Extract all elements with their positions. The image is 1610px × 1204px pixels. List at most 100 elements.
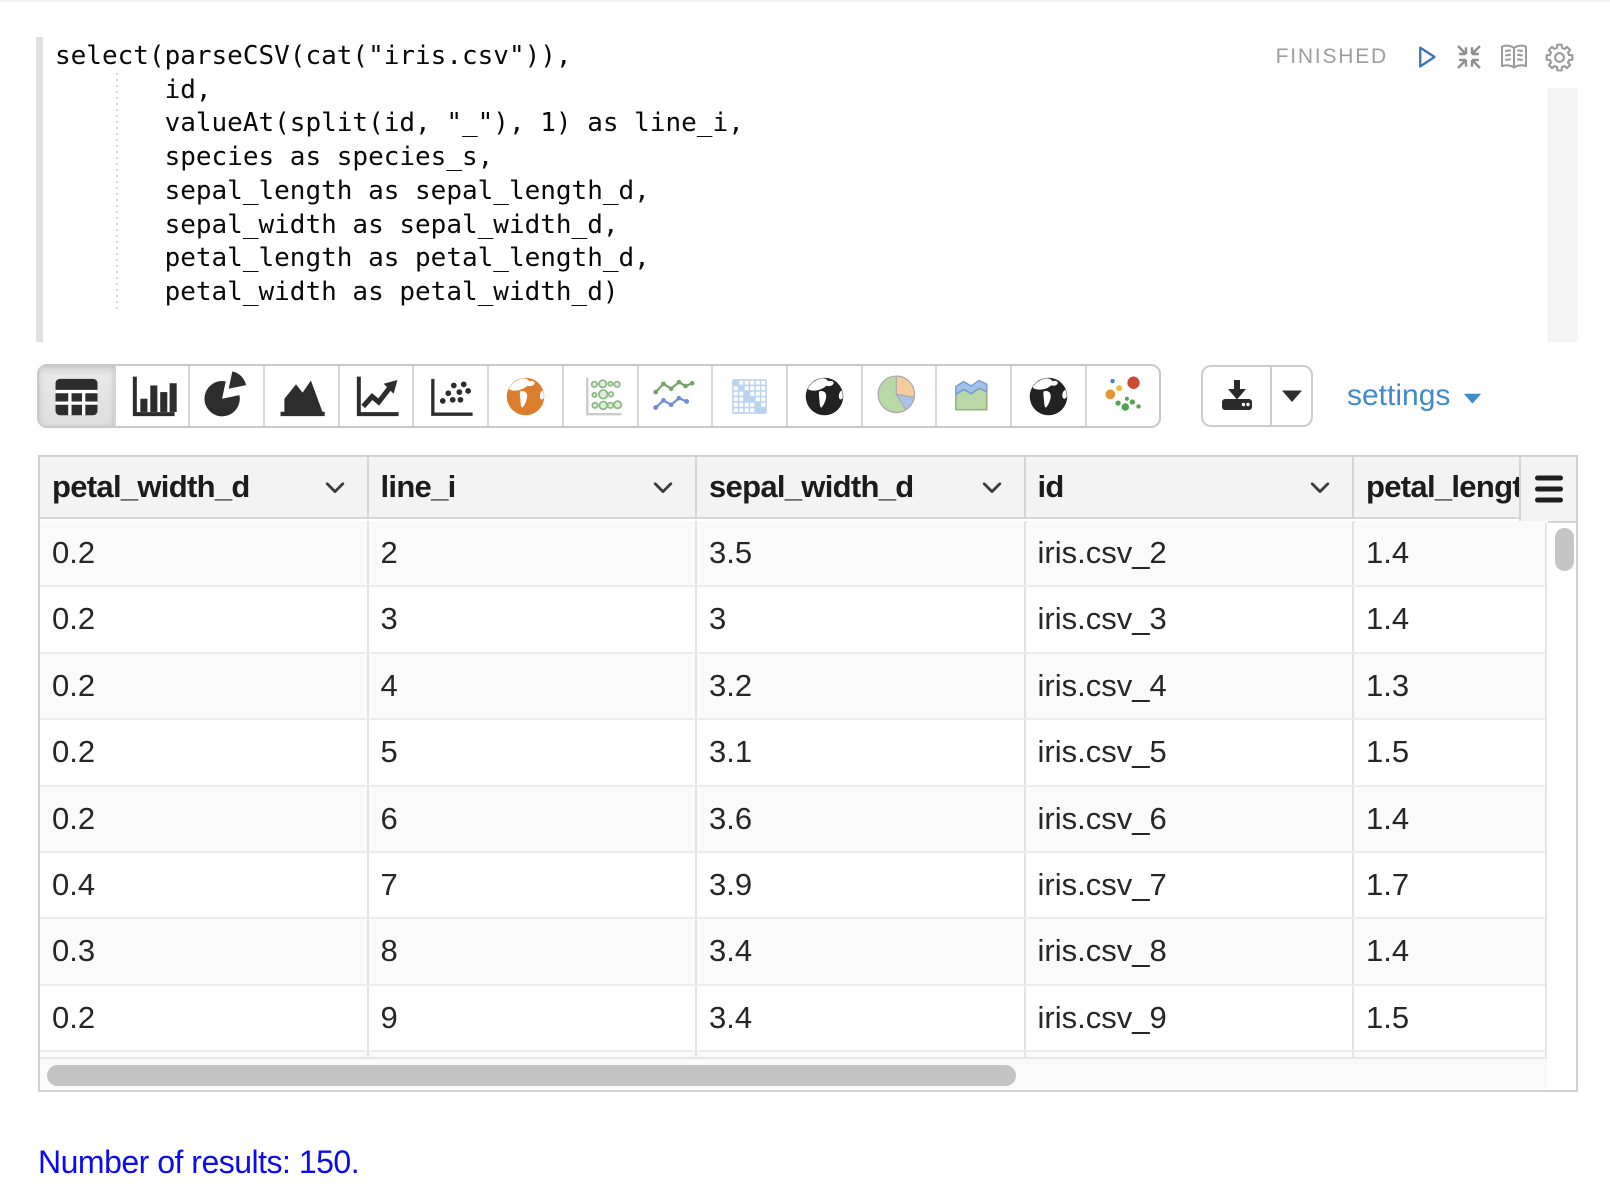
globe-dark2-icon bbox=[1022, 370, 1075, 423]
vertical-scrollbar[interactable] bbox=[1545, 523, 1576, 1060]
table-header-row: petal_width_dline_isepal_width_didpetal_… bbox=[40, 457, 1576, 519]
chevron-down-icon[interactable] bbox=[982, 482, 1002, 494]
table-row: 0.233iris.csv_31.4 bbox=[40, 587, 1548, 653]
table-cell: 3.2 bbox=[697, 654, 1026, 718]
table-row: 0.473.9iris.csv_71.7 bbox=[40, 853, 1548, 919]
download-button-group bbox=[1201, 365, 1313, 427]
column-header-id[interactable]: id bbox=[1026, 457, 1355, 517]
chart-button-multi-line-chart[interactable] bbox=[637, 366, 712, 426]
pie-icon bbox=[200, 370, 253, 423]
lines-colored-icon bbox=[648, 370, 701, 423]
book-icon[interactable] bbox=[1499, 43, 1529, 71]
horizontal-scrollbar[interactable] bbox=[40, 1057, 1576, 1090]
chart-button-bubble-matrix[interactable] bbox=[562, 366, 637, 426]
chevron-down-icon[interactable] bbox=[325, 482, 345, 494]
vertical-scrollbar-thumb[interactable] bbox=[1555, 528, 1574, 571]
table-cell: iris.csv_7 bbox=[1026, 853, 1355, 917]
table-cell: 0.4 bbox=[40, 853, 369, 917]
table-cell: iris.csv_9 bbox=[1026, 986, 1355, 1050]
chart-button-bubble-scatter[interactable] bbox=[1085, 366, 1160, 426]
chart-button-map-dark-globe[interactable] bbox=[786, 366, 861, 426]
code-line: select(parseCSV(cat("iris.csv")), bbox=[55, 40, 744, 74]
table-row: 0.383.4iris.csv_81.4 bbox=[40, 919, 1548, 985]
paragraph-controls: FINISHED bbox=[1276, 41, 1574, 73]
code-line: petal_length as petal_length_d, bbox=[55, 242, 744, 276]
table-body: 0.223.5iris.csv_21.40.233iris.csv_31.40.… bbox=[40, 521, 1548, 1060]
editor-gutter-bar bbox=[36, 37, 43, 342]
chart-button-pie-chart-pastel[interactable] bbox=[861, 366, 936, 426]
code-text[interactable]: select(parseCSV(cat("iris.csv")), id, va… bbox=[55, 40, 744, 310]
chart-button-scatter-chart[interactable] bbox=[412, 366, 487, 426]
table-cell: 7 bbox=[369, 853, 698, 917]
chart-button-table[interactable] bbox=[39, 366, 114, 426]
chevron-down-icon[interactable] bbox=[653, 482, 673, 494]
chart-button-area-chart[interactable] bbox=[263, 366, 338, 426]
column-header-sepal_width_d[interactable]: sepal_width_d bbox=[697, 457, 1026, 517]
table-cell: 0.2 bbox=[40, 787, 369, 851]
table-cell: 5 bbox=[369, 720, 698, 784]
area-icon bbox=[275, 370, 328, 423]
chart-button-line-chart[interactable] bbox=[338, 366, 413, 426]
code-line: petal_width as petal_width_d) bbox=[55, 276, 744, 310]
table-cell: 3 bbox=[369, 587, 698, 651]
table-cell: 1.7 bbox=[1354, 853, 1548, 917]
table-cell: 6 bbox=[369, 787, 698, 851]
table-cell: 0.2 bbox=[40, 521, 369, 585]
caret-down-icon bbox=[1463, 392, 1482, 405]
code-line: species as species_s, bbox=[55, 141, 744, 175]
table-cell: 2 bbox=[369, 521, 698, 585]
table-cell: 3 bbox=[697, 587, 1026, 651]
chart-button-map-orange-globe[interactable] bbox=[487, 366, 562, 426]
dots-colored-icon bbox=[1096, 370, 1149, 423]
table-cell: 1.4 bbox=[1354, 787, 1548, 851]
table-row: 0.293.4iris.csv_91.5 bbox=[40, 986, 1548, 1052]
gear-icon[interactable] bbox=[1545, 43, 1574, 72]
table-icon bbox=[50, 370, 103, 423]
table-cell: iris.csv_3 bbox=[1026, 587, 1355, 651]
chevron-down-icon[interactable] bbox=[1310, 482, 1330, 494]
scrollbar-corner bbox=[1547, 1057, 1576, 1090]
editor-scrollbar-track[interactable] bbox=[1548, 88, 1578, 342]
results-count-text: Number of results: 150. bbox=[38, 1144, 359, 1181]
code-editor[interactable]: select(parseCSV(cat("iris.csv")), id, va… bbox=[0, 37, 1610, 342]
table-row: 0.223.5iris.csv_21.4 bbox=[40, 521, 1548, 587]
download-dropdown-button[interactable] bbox=[1272, 367, 1311, 425]
column-header-petal_width_d[interactable]: petal_width_d bbox=[40, 457, 369, 517]
pie-pastel-icon bbox=[872, 370, 925, 423]
bubble-matrix-icon bbox=[574, 370, 627, 423]
column-header-line_i[interactable]: line_i bbox=[369, 457, 698, 517]
grid-menu-button[interactable] bbox=[1519, 457, 1576, 523]
code-line: sepal_length as sepal_length_d, bbox=[55, 175, 744, 209]
chart-type-button-group bbox=[37, 364, 1161, 428]
chart-button-heatmap[interactable] bbox=[711, 366, 786, 426]
bar-icon bbox=[126, 370, 179, 423]
table-cell: iris.csv_5 bbox=[1026, 720, 1355, 784]
chart-button-map-dark-globe-2[interactable] bbox=[1010, 366, 1085, 426]
table-cell: 0.2 bbox=[40, 587, 369, 651]
globe-orange-icon bbox=[499, 370, 552, 423]
table-row: 0.253.1iris.csv_51.5 bbox=[40, 720, 1548, 786]
table-cell: 3.5 bbox=[697, 521, 1026, 585]
chart-button-pie-chart[interactable] bbox=[188, 366, 263, 426]
download-button[interactable] bbox=[1203, 367, 1272, 425]
table-cell: iris.csv_8 bbox=[1026, 919, 1355, 983]
chart-button-area-chart-pastel[interactable] bbox=[935, 366, 1010, 426]
table-row: 0.263.6iris.csv_61.4 bbox=[40, 787, 1548, 853]
download-icon bbox=[1215, 374, 1259, 418]
table-cell: 3.6 bbox=[697, 787, 1026, 851]
shrink-icon[interactable] bbox=[1455, 43, 1483, 71]
table-row: 0.243.2iris.csv_41.3 bbox=[40, 654, 1548, 720]
table-cell: 0.2 bbox=[40, 986, 369, 1050]
column-header-label: petal_width_d bbox=[52, 457, 250, 517]
horizontal-scrollbar-thumb[interactable] bbox=[47, 1065, 1016, 1086]
column-header-label: sepal_width_d bbox=[709, 457, 914, 517]
run-icon[interactable] bbox=[1414, 43, 1439, 71]
settings-link[interactable]: settings bbox=[1347, 365, 1482, 427]
status-badge: FINISHED bbox=[1276, 45, 1388, 69]
table-cell: 1.4 bbox=[1354, 919, 1548, 983]
table-cell: 3.4 bbox=[697, 919, 1026, 983]
line-icon bbox=[350, 370, 403, 423]
chart-button-bar-chart[interactable] bbox=[114, 366, 189, 426]
table-cell: 3.4 bbox=[697, 986, 1026, 1050]
table-cell: 1.4 bbox=[1354, 587, 1548, 651]
